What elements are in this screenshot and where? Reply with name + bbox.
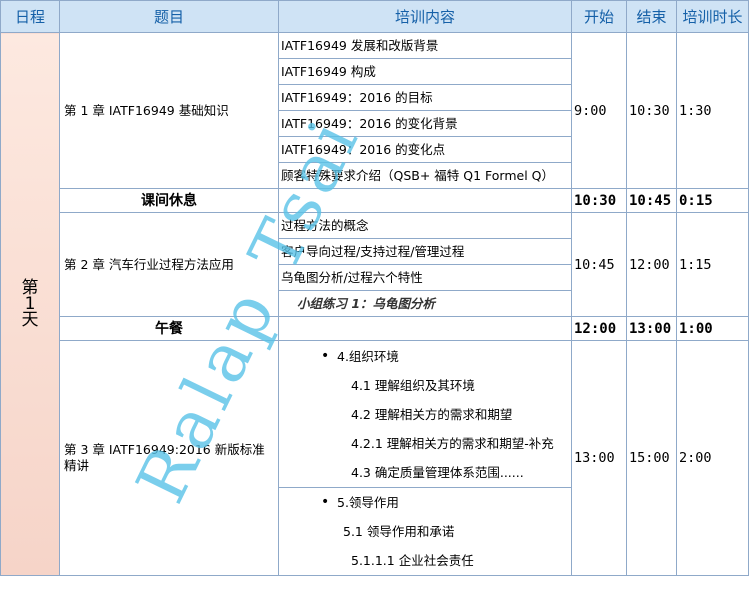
ch3-item: 4.1 理解组织及其环境	[351, 377, 475, 393]
ch3-item: 4.2 理解相关方的需求和期望	[351, 406, 513, 422]
ch1-start: 9:00	[571, 32, 627, 189]
ch3-block-1: 4.组织环境 4.1 理解组织及其环境 4.2 理解相关方的需求和期望 4.2.…	[278, 340, 572, 488]
ch3-bullet-1: 4.组织环境	[281, 342, 569, 371]
ch3-start: 13:00	[571, 340, 627, 576]
schedule-table: 日程 题目 培训内容 开始 结束 培训时长 第 1 天 第 1 章 IATF16…	[0, 0, 749, 576]
lunch-row: 午餐 12:00 13:00 1:00	[1, 316, 749, 341]
ch3-topic: 第 3 章 IATF16949:2016 新版标准精讲	[59, 340, 279, 576]
lunch-duration: 1:00	[676, 316, 749, 341]
day-cell: 第 1 天	[0, 32, 60, 576]
lunch-start: 12:00	[571, 316, 627, 341]
break-start: 10:30	[571, 188, 627, 213]
break-empty	[278, 188, 572, 213]
ch3-item: 4.2.1 理解相关方的需求和期望-补充	[351, 435, 554, 451]
break-row: 课间休息 10:30 10:45 0:15	[1, 188, 749, 213]
break-duration: 0:15	[676, 188, 749, 213]
ch2-duration: 1:15	[676, 212, 749, 317]
ch3-block-2: 5.领导作用 5.1 领导作用和承诺 5.1.1.1 企业社会责任	[278, 487, 572, 576]
ch1-row: 第 1 天 第 1 章 IATF16949 基础知识 IATF16949 发展和…	[0, 32, 749, 576]
lunch-label: 午餐	[59, 316, 279, 341]
ch1-topic: 第 1 章 IATF16949 基础知识	[59, 32, 279, 189]
ch2-item: 过程方法的概念	[278, 212, 572, 239]
ch2-end: 12:00	[626, 212, 677, 317]
ch2-exercise: 小组练习 1：乌龟图分析	[278, 290, 572, 317]
header-row: 日程 题目 培训内容 开始 结束 培训时长	[0, 0, 749, 33]
ch2-item: 客户导向过程/支持过程/管理过程	[278, 238, 572, 265]
ch1-item: 顾客特殊要求介绍（QSB+ 福特 Q1 Formel Q）	[278, 162, 572, 189]
ch1-item: IATF16949 发展和改版背景	[278, 32, 572, 59]
day-label-3: 天	[21, 310, 39, 330]
ch1-item: IATF16949 构成	[278, 58, 572, 85]
ch3-row: 第 3 章 IATF16949:2016 新版标准精讲 4.组织环境 4.1 理…	[1, 340, 749, 576]
ch1-end: 10:30	[626, 32, 677, 189]
ch3-end: 15:00	[626, 340, 677, 576]
ch3-bullet-2: 5.领导作用	[281, 489, 569, 518]
ch3-duration: 2:00	[676, 340, 749, 576]
ch2-topic: 第 2 章 汽车行业过程方法应用	[59, 212, 279, 317]
ch2-row: 第 2 章 汽车行业过程方法应用 过程方法的概念 10:45 12:00 1:1…	[1, 212, 749, 317]
header-day: 日程	[0, 0, 60, 33]
ch2-item: 乌龟图分析/过程六个特性	[278, 264, 572, 291]
ch1-item: IATF16949：2016 的变化背景	[278, 110, 572, 137]
ch3-item: 5.1.1.1 企业社会责任	[351, 553, 474, 568]
ch1-item: IATF16949：2016 的目标	[278, 84, 572, 111]
header-content: 培训内容	[278, 0, 572, 33]
header-duration: 培训时长	[676, 0, 749, 33]
ch2-start: 10:45	[571, 212, 627, 317]
header-topic: 题目	[59, 0, 279, 33]
ch3-item: 5.1 领导作用和承诺	[343, 524, 455, 539]
ch1-duration: 1:30	[676, 32, 749, 189]
break-end: 10:45	[626, 188, 677, 213]
break-label: 课间休息	[59, 188, 279, 213]
lunch-end: 13:00	[626, 316, 677, 341]
lunch-empty	[278, 316, 572, 341]
ch3-item: 4.3 确定质量管理体系范围......	[351, 464, 524, 480]
header-start: 开始	[571, 0, 627, 33]
ch1-item: IATF16949：2016 的变化点	[278, 136, 572, 163]
header-end: 结束	[626, 0, 677, 33]
